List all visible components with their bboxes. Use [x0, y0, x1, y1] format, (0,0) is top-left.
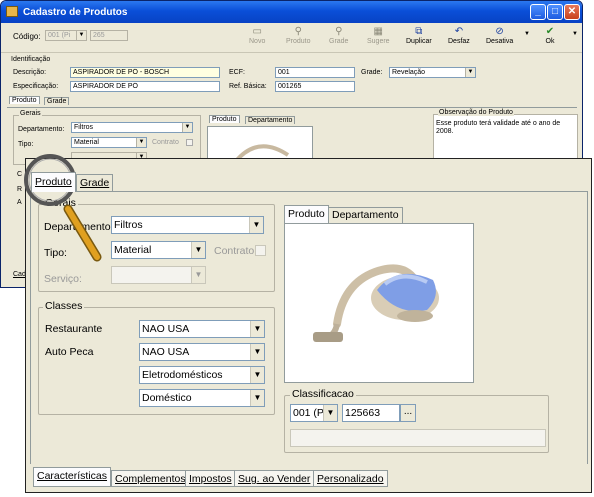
tab-caracteristicas[interactable]: Características: [33, 467, 112, 487]
image-tab-produto[interactable]: Produto: [284, 205, 329, 223]
tab-produto[interactable]: Produto: [31, 172, 76, 192]
magnifier-icon: [24, 154, 102, 262]
